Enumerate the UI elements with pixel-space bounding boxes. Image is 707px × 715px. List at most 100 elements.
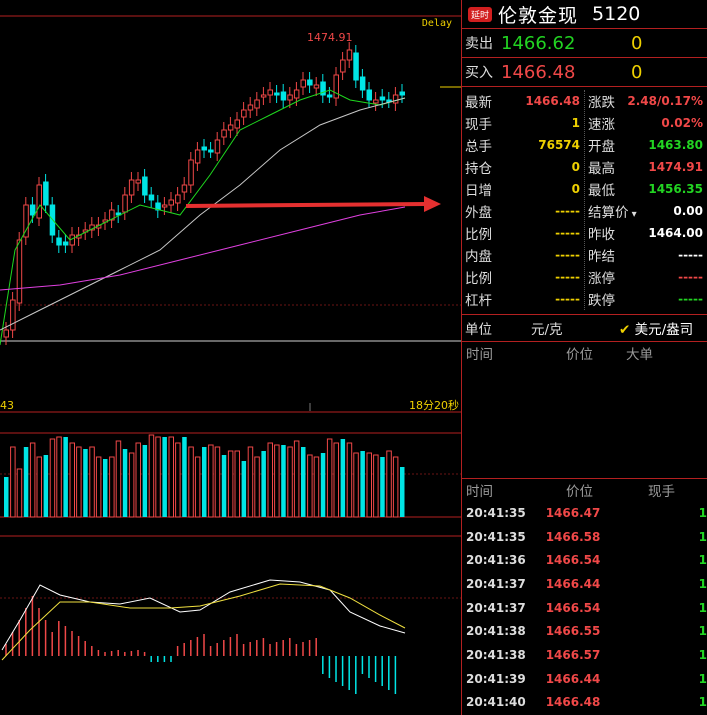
candle-body bbox=[333, 74, 339, 99]
volume-bar bbox=[287, 446, 293, 518]
volume-bar bbox=[188, 446, 194, 518]
ticks-price-col: 价位 bbox=[566, 484, 593, 500]
volume-bar bbox=[313, 456, 320, 518]
candle-body bbox=[359, 76, 366, 91]
volume-bar bbox=[373, 454, 379, 518]
tick-time: 20:41:35 bbox=[466, 505, 526, 520]
candle-body bbox=[181, 184, 188, 193]
volume-bar bbox=[267, 442, 273, 518]
candle-body bbox=[161, 204, 168, 208]
volume-bar bbox=[29, 442, 36, 518]
tick-volume: 1 bbox=[698, 600, 707, 615]
volume-bar bbox=[128, 452, 135, 518]
candle-body bbox=[148, 194, 155, 201]
tick-price: 1466.55 bbox=[545, 624, 601, 639]
candle-body bbox=[346, 49, 353, 61]
tick-price: 1466.47 bbox=[545, 505, 601, 520]
volume-bar bbox=[221, 455, 227, 517]
volume-bar bbox=[16, 468, 23, 518]
candle-body bbox=[293, 89, 300, 99]
stat-row[interactable]: 结算价 ▾ 0.00 bbox=[585, 200, 707, 222]
volume-bar bbox=[142, 445, 148, 517]
volume-bar bbox=[83, 449, 88, 517]
unit-option-label: 美元/盎司 bbox=[634, 322, 694, 338]
stat-label: 持仓 bbox=[465, 161, 492, 177]
stat-row: 最高 1474.91 bbox=[585, 156, 707, 178]
candle-body bbox=[254, 99, 260, 109]
ticks-time-col: 时间 bbox=[466, 484, 493, 500]
stat-row: 涨停 ----- bbox=[585, 266, 707, 288]
unit-value[interactable]: 元/克 bbox=[531, 318, 619, 338]
tick-row[interactable]: 20:41:35 1466.58 1 bbox=[462, 525, 707, 549]
buy-quote-row[interactable]: 买入 1466.48 0 bbox=[462, 58, 707, 87]
stat-value: 1456.35 bbox=[648, 182, 703, 196]
volume-bar bbox=[386, 450, 392, 518]
candle-body bbox=[267, 89, 273, 96]
dropdown-caret-icon[interactable]: ▾ bbox=[629, 209, 637, 220]
buy-label: 买入 bbox=[465, 65, 493, 81]
candle-body bbox=[340, 59, 346, 73]
tick-row[interactable]: 20:41:38 1466.57 1 bbox=[462, 643, 707, 667]
tick-row[interactable]: 20:41:37 1466.44 1 bbox=[462, 572, 707, 596]
stat-row: 外盘 ----- bbox=[462, 200, 584, 222]
ticks-header: 时间 价位 现手 bbox=[462, 479, 707, 501]
volume-bar bbox=[115, 440, 122, 518]
stat-label: 涨停 bbox=[588, 271, 615, 287]
big-orders-size-col: 大单 bbox=[626, 347, 653, 363]
high-price-label: 1474.91 bbox=[307, 31, 353, 44]
volume-bar bbox=[155, 436, 161, 518]
tick-time: 20:41:37 bbox=[466, 576, 526, 591]
tick-time: 20:41:39 bbox=[466, 671, 526, 686]
stat-label: 开盘 bbox=[588, 139, 615, 155]
volume-bar bbox=[182, 437, 187, 517]
time-left-label: 43 bbox=[0, 399, 14, 412]
unit-option[interactable]: ✔ 美元/盎司 bbox=[619, 318, 693, 338]
volume-bar bbox=[76, 446, 82, 518]
volume-bar bbox=[4, 477, 9, 517]
volume-bar bbox=[69, 442, 75, 518]
stat-label: 比例 bbox=[465, 271, 492, 287]
stat-value: 0.02% bbox=[661, 116, 703, 130]
stat-row: 涨跌 2.48/0.17% bbox=[585, 90, 707, 112]
volume-bar bbox=[208, 444, 214, 518]
tick-row[interactable]: 20:41:40 1466.48 1 bbox=[462, 691, 707, 715]
tick-price: 1466.54 bbox=[545, 553, 601, 568]
volume-bar bbox=[400, 467, 405, 517]
volume-bar bbox=[36, 456, 42, 518]
candle-body bbox=[168, 199, 174, 206]
stat-label: 总手 bbox=[465, 139, 492, 155]
sell-label: 卖出 bbox=[465, 36, 493, 52]
stat-value: ----- bbox=[678, 292, 703, 306]
stat-row: 日增 0 bbox=[462, 178, 584, 200]
candle-body bbox=[353, 52, 359, 81]
volume-bar bbox=[281, 445, 286, 517]
tick-volume: 1 bbox=[698, 576, 707, 591]
candle-body bbox=[287, 94, 293, 101]
check-icon: ✔ bbox=[619, 322, 631, 338]
tick-volume: 1 bbox=[698, 647, 707, 662]
tick-volume: 1 bbox=[698, 624, 707, 639]
volume-bar bbox=[43, 455, 49, 517]
tick-time: 20:41:38 bbox=[466, 624, 526, 639]
volume-bar bbox=[241, 461, 247, 517]
sell-quote-row[interactable]: 卖出 1466.62 0 bbox=[462, 29, 707, 58]
instrument-code: 5120 bbox=[592, 3, 641, 25]
stat-label: 最高 bbox=[588, 161, 615, 177]
stats-right-column: 涨跌 2.48/0.17% 速涨 0.02% 开盘 1463.80 最高 1474.91 最低 1… bbox=[585, 90, 707, 310]
candle-body bbox=[379, 96, 386, 101]
tick-row[interactable]: 20:41:35 1466.47 1 bbox=[462, 501, 707, 525]
ticks-table: 时间 价位 现手 20:41:35 1466.47 1 20:41:35 1466.58… bbox=[462, 479, 707, 714]
tick-row[interactable]: 20:41:37 1466.54 1 bbox=[462, 596, 707, 620]
tick-row[interactable]: 20:41:36 1466.54 1 bbox=[462, 548, 707, 572]
tick-row[interactable]: 20:41:38 1466.55 1 bbox=[462, 619, 707, 643]
volume-bar bbox=[380, 457, 385, 517]
candle-body bbox=[43, 181, 49, 206]
volume-bar bbox=[56, 436, 62, 518]
kline-chart[interactable]: Delay 1474.91 43 18分20秒 bbox=[0, 0, 461, 715]
volume-bar bbox=[109, 456, 115, 518]
volume-bar bbox=[175, 442, 181, 518]
volume-bar bbox=[360, 451, 365, 517]
candle-body bbox=[280, 91, 287, 101]
tick-time: 20:41:36 bbox=[466, 553, 526, 568]
tick-row[interactable]: 20:41:39 1466.44 1 bbox=[462, 667, 707, 691]
